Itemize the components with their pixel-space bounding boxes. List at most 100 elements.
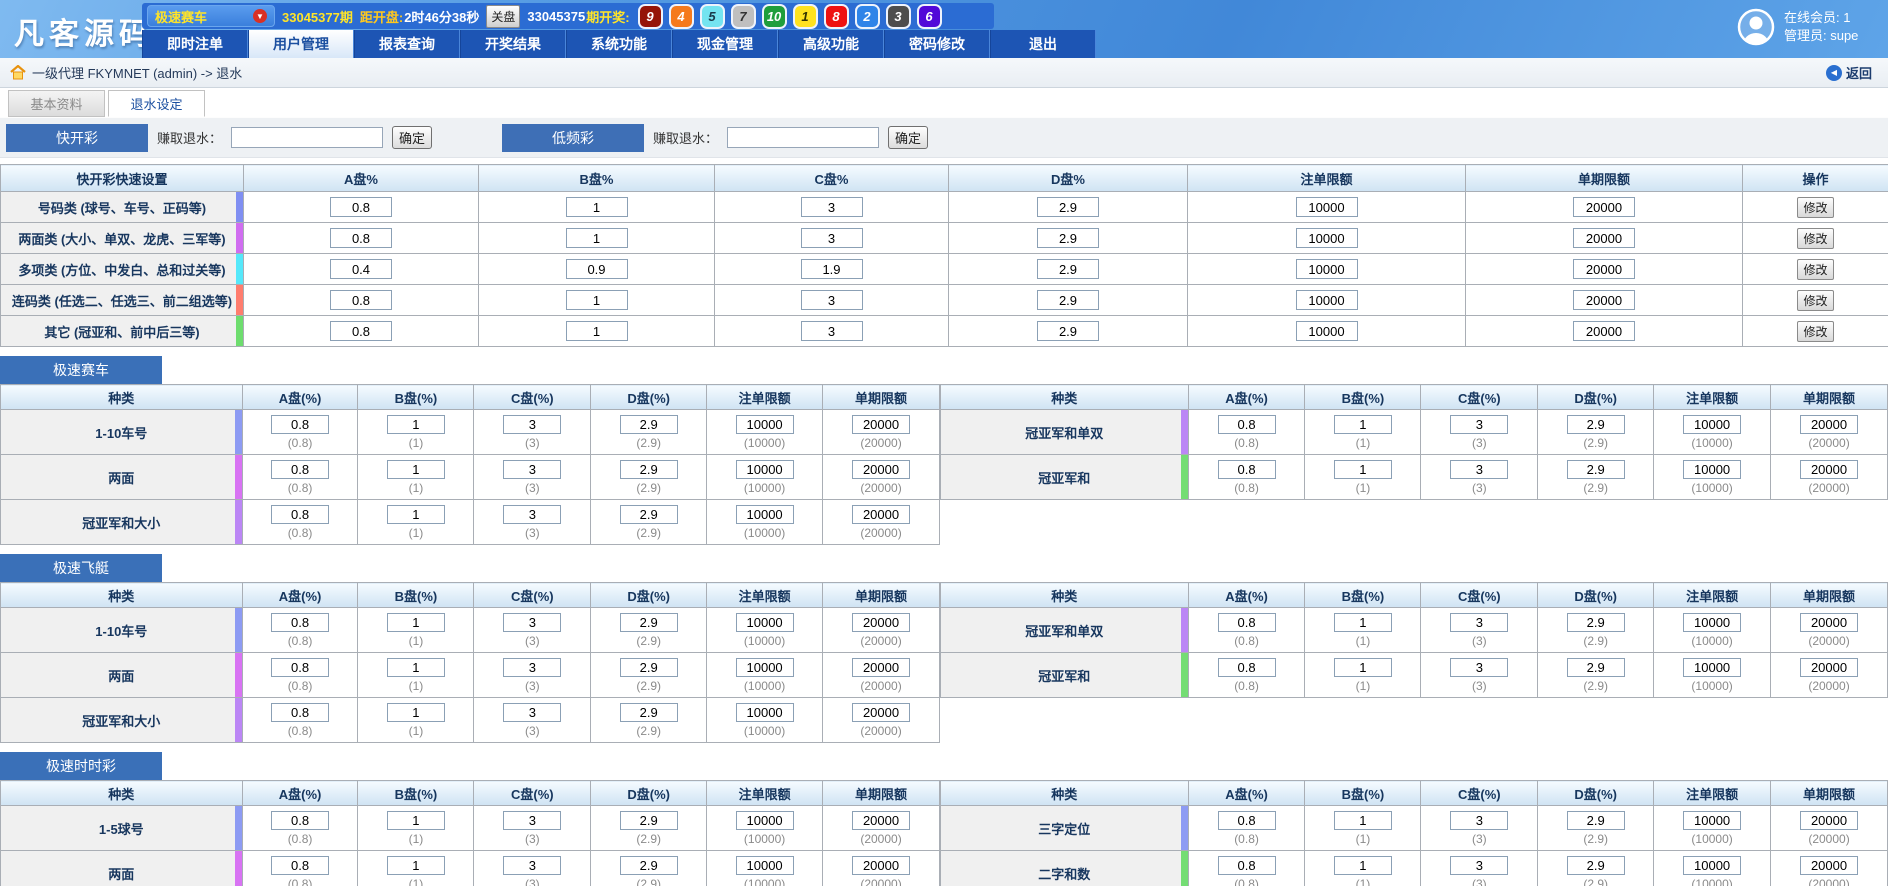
- a-plate-input[interactable]: [271, 612, 330, 632]
- bet-limit-input[interactable]: [735, 504, 794, 524]
- c-plate-input[interactable]: [1450, 810, 1509, 830]
- issue-limit-input[interactable]: [1573, 321, 1635, 341]
- b-plate-input[interactable]: [1333, 810, 1392, 830]
- nav-item-密码修改[interactable]: 密码修改: [884, 30, 990, 58]
- b-plate-input[interactable]: [386, 810, 445, 830]
- bet-limit-input[interactable]: [1683, 612, 1742, 632]
- issue-limit-input[interactable]: [1573, 259, 1635, 279]
- issue-limit-input[interactable]: [852, 657, 911, 677]
- bet-limit-input[interactable]: [1683, 459, 1742, 479]
- c-plate-input[interactable]: [1450, 855, 1509, 875]
- bet-limit-input[interactable]: [1683, 657, 1742, 677]
- d-plate-input[interactable]: [619, 612, 678, 632]
- bet-limit-input[interactable]: [1295, 321, 1358, 341]
- c-plate-input[interactable]: [503, 459, 562, 479]
- tab-basic-info[interactable]: 基本资料: [8, 90, 105, 117]
- issue-limit-input[interactable]: [1800, 810, 1859, 830]
- a-plate-input[interactable]: [271, 702, 330, 722]
- section-title-button[interactable]: 极速飞艇: [0, 554, 162, 582]
- bet-limit-input[interactable]: [1295, 197, 1358, 217]
- c-plate-input[interactable]: [503, 504, 562, 524]
- d-plate-input[interactable]: [1566, 855, 1625, 875]
- c-plate-input[interactable]: [800, 290, 863, 310]
- a-plate-input[interactable]: [1217, 612, 1276, 632]
- bet-limit-input[interactable]: [1295, 259, 1358, 279]
- low-freq-rebate-input[interactable]: [727, 127, 880, 148]
- d-plate-input[interactable]: [1566, 810, 1625, 830]
- d-plate-input[interactable]: [619, 414, 678, 434]
- b-plate-input[interactable]: [565, 259, 628, 279]
- a-plate-input[interactable]: [271, 459, 330, 479]
- c-plate-input[interactable]: [800, 321, 863, 341]
- a-plate-input[interactable]: [1217, 810, 1276, 830]
- b-plate-input[interactable]: [386, 459, 445, 479]
- modify-button[interactable]: 修改: [1797, 196, 1834, 218]
- b-plate-input[interactable]: [1333, 459, 1392, 479]
- modify-button[interactable]: 修改: [1797, 289, 1834, 311]
- b-plate-input[interactable]: [1333, 855, 1392, 875]
- tab-rebate-settings[interactable]: 退水设定: [108, 90, 205, 117]
- c-plate-input[interactable]: [1450, 414, 1509, 434]
- b-plate-input[interactable]: [1333, 414, 1392, 434]
- a-plate-input[interactable]: [1217, 855, 1276, 875]
- a-plate-input[interactable]: [271, 414, 330, 434]
- a-plate-input[interactable]: [1217, 414, 1276, 434]
- issue-limit-input[interactable]: [852, 810, 911, 830]
- a-plate-input[interactable]: [330, 290, 392, 310]
- low-freq-lottery-button[interactable]: 低频彩: [502, 123, 645, 152]
- issue-limit-input[interactable]: [852, 855, 911, 875]
- issue-limit-input[interactable]: [1573, 197, 1635, 217]
- d-plate-input[interactable]: [1566, 414, 1625, 434]
- nav-item-开奖结果[interactable]: 开奖结果: [460, 30, 566, 58]
- d-plate-input[interactable]: [1566, 612, 1625, 632]
- d-plate-input[interactable]: [1037, 321, 1099, 341]
- c-plate-input[interactable]: [503, 657, 562, 677]
- c-plate-input[interactable]: [1450, 459, 1509, 479]
- a-plate-input[interactable]: [1217, 657, 1276, 677]
- close-market-button[interactable]: 关盘: [486, 4, 521, 28]
- b-plate-input[interactable]: [565, 197, 628, 217]
- a-plate-input[interactable]: [1217, 459, 1276, 479]
- b-plate-input[interactable]: [386, 414, 445, 434]
- game-select-dropdown[interactable]: 极速赛车 ▼: [147, 5, 275, 27]
- nav-item-现金管理[interactable]: 现金管理: [672, 30, 778, 58]
- nav-item-即时注单[interactable]: 即时注单: [142, 30, 248, 58]
- back-button[interactable]: ◀ 返回: [1825, 63, 1872, 82]
- b-plate-input[interactable]: [386, 657, 445, 677]
- a-plate-input[interactable]: [271, 855, 330, 875]
- section-title-button[interactable]: 极速赛车: [0, 356, 162, 384]
- bet-limit-input[interactable]: [1295, 228, 1358, 248]
- issue-limit-input[interactable]: [852, 612, 911, 632]
- bet-limit-input[interactable]: [735, 855, 794, 875]
- modify-button[interactable]: 修改: [1797, 320, 1834, 342]
- a-plate-input[interactable]: [330, 321, 392, 341]
- c-plate-input[interactable]: [800, 228, 863, 248]
- bet-limit-input[interactable]: [1683, 414, 1742, 434]
- issue-limit-input[interactable]: [852, 504, 911, 524]
- d-plate-input[interactable]: [619, 810, 678, 830]
- nav-item-高级功能[interactable]: 高级功能: [778, 30, 884, 58]
- issue-limit-input[interactable]: [1800, 657, 1859, 677]
- issue-limit-input[interactable]: [1800, 855, 1859, 875]
- issue-limit-input[interactable]: [852, 459, 911, 479]
- b-plate-input[interactable]: [565, 290, 628, 310]
- c-plate-input[interactable]: [800, 259, 863, 279]
- quick-confirm-button[interactable]: 确定: [392, 126, 433, 149]
- low-freq-confirm-button[interactable]: 确定: [888, 126, 929, 149]
- bet-limit-input[interactable]: [735, 702, 794, 722]
- d-plate-input[interactable]: [619, 702, 678, 722]
- d-plate-input[interactable]: [619, 657, 678, 677]
- d-plate-input[interactable]: [1037, 228, 1099, 248]
- b-plate-input[interactable]: [386, 702, 445, 722]
- issue-limit-input[interactable]: [852, 414, 911, 434]
- a-plate-input[interactable]: [330, 197, 392, 217]
- bet-limit-input[interactable]: [1295, 290, 1358, 310]
- bet-limit-input[interactable]: [735, 612, 794, 632]
- nav-item-报表查询[interactable]: 报表查询: [354, 30, 460, 58]
- b-plate-input[interactable]: [565, 321, 628, 341]
- a-plate-input[interactable]: [330, 259, 392, 279]
- a-plate-input[interactable]: [271, 504, 330, 524]
- d-plate-input[interactable]: [619, 855, 678, 875]
- c-plate-input[interactable]: [800, 197, 863, 217]
- d-plate-input[interactable]: [1037, 259, 1099, 279]
